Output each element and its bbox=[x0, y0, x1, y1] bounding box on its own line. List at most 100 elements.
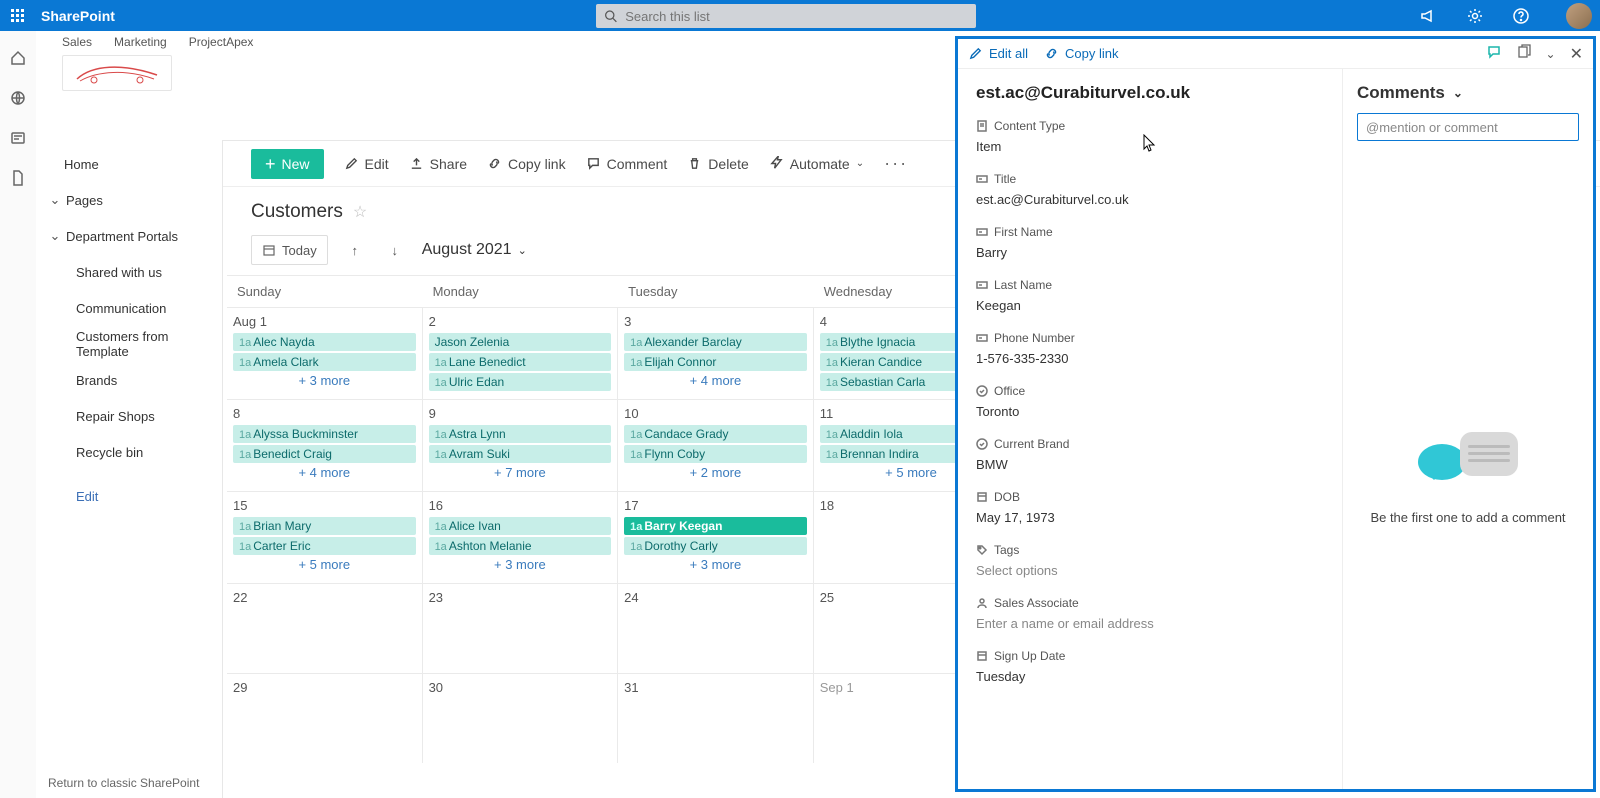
calendar-event[interactable]: 1aCandace Grady bbox=[624, 425, 807, 443]
nav-home[interactable]: Home bbox=[48, 146, 213, 182]
calendar-event[interactable]: 1aAstra Lynn bbox=[429, 425, 612, 443]
calendar-event[interactable]: 1aUlric Edan bbox=[429, 373, 612, 391]
calendar-event[interactable]: 1aAshton Melanie bbox=[429, 537, 612, 555]
new-button[interactable]: +New bbox=[251, 149, 324, 179]
calendar-event[interactable]: 1aFlynn Coby bbox=[624, 445, 807, 463]
calendar-event[interactable]: 1aAmela Clark bbox=[233, 353, 416, 371]
today-button[interactable]: Today bbox=[251, 235, 328, 265]
more-events[interactable]: + 4 more bbox=[233, 465, 416, 480]
next-month-button[interactable]: ↓ bbox=[382, 237, 408, 263]
calendar-cell[interactable]: 171aBarry Keegan1aDorothy Carly+ 3 more bbox=[618, 491, 814, 583]
globe-icon[interactable] bbox=[9, 89, 27, 107]
comments-heading[interactable]: Comments⌄ bbox=[1357, 83, 1579, 103]
chevron-down-icon[interactable]: ⌄ bbox=[1546, 47, 1556, 61]
settings-icon[interactable] bbox=[1466, 7, 1484, 25]
more-events[interactable]: + 3 more bbox=[233, 373, 416, 388]
form-field[interactable]: Titleest.ac@Curabiturvel.co.uk bbox=[976, 172, 1324, 207]
tab-projectapex[interactable]: ProjectApex bbox=[189, 35, 254, 49]
brand-label[interactable]: SharePoint bbox=[41, 8, 115, 24]
nav-communication[interactable]: Communication bbox=[48, 290, 213, 326]
nav-brands[interactable]: Brands bbox=[48, 362, 213, 398]
calendar-cell[interactable]: 30 bbox=[423, 673, 619, 763]
more-button[interactable]: ··· bbox=[884, 153, 908, 174]
form-field[interactable]: Content TypeItem bbox=[976, 119, 1324, 154]
calendar-cell[interactable]: Aug 11aAlec Nayda1aAmela Clark+ 3 more bbox=[227, 307, 423, 399]
calendar-event[interactable]: 1aBenedict Craig bbox=[233, 445, 416, 463]
form-field[interactable]: DOBMay 17, 1973 bbox=[976, 490, 1324, 525]
calendar-cell[interactable]: 23 bbox=[423, 583, 619, 673]
more-events[interactable]: + 3 more bbox=[429, 557, 612, 572]
calendar-cell[interactable]: 81aAlyssa Buckminster1aBenedict Craig+ 4… bbox=[227, 399, 423, 491]
edit-button[interactable]: Edit bbox=[344, 156, 389, 172]
nav-repair[interactable]: Repair Shops bbox=[48, 398, 213, 434]
calendar-cell[interactable]: 31aAlexander Barclay1aElijah Connor+ 4 m… bbox=[618, 307, 814, 399]
favorite-star-icon[interactable]: ☆ bbox=[353, 202, 367, 222]
calendar-event[interactable]: 1aCarter Eric bbox=[233, 537, 416, 555]
copylink-button[interactable]: Copy link bbox=[487, 156, 566, 172]
month-picker[interactable]: August 2021⌄ bbox=[422, 241, 527, 259]
comments-toggle-icon[interactable] bbox=[1486, 44, 1502, 63]
comment-button[interactable]: Comment bbox=[586, 156, 668, 172]
site-logo[interactable] bbox=[62, 55, 172, 91]
prev-month-button[interactable]: ↑ bbox=[342, 237, 368, 263]
calendar-event[interactable]: 1aAlexander Barclay bbox=[624, 333, 807, 351]
calendar-event[interactable]: 1aDorothy Carly bbox=[624, 537, 807, 555]
form-field[interactable]: Current BrandBMW bbox=[976, 437, 1324, 472]
copy-panel-icon[interactable] bbox=[1516, 44, 1532, 63]
calendar-event[interactable]: 1aBrian Mary bbox=[233, 517, 416, 535]
nav-edit[interactable]: Edit bbox=[48, 478, 213, 514]
nav-portals[interactable]: ⌄Department Portals bbox=[48, 218, 213, 254]
calendar-cell[interactable]: 31 bbox=[618, 673, 814, 763]
calendar-cell[interactable]: 161aAlice Ivan1aAshton Melanie+ 3 more bbox=[423, 491, 619, 583]
comment-input[interactable]: @mention or comment bbox=[1357, 113, 1579, 141]
panel-copylink-button[interactable]: Copy link bbox=[1044, 46, 1118, 61]
calendar-event[interactable]: 1aAlec Nayda bbox=[233, 333, 416, 351]
automate-button[interactable]: Automate⌄ bbox=[769, 156, 864, 172]
form-field[interactable]: TagsSelect options bbox=[976, 543, 1324, 578]
more-events[interactable]: + 5 more bbox=[233, 557, 416, 572]
user-avatar[interactable] bbox=[1566, 3, 1592, 29]
calendar-cell[interactable]: 2Jason Zelenia1aLane Benedict1aUlric Eda… bbox=[423, 307, 619, 399]
form-field[interactable]: Sales AssociateEnter a name or email add… bbox=[976, 596, 1324, 631]
calendar-event[interactable]: 1aAvram Suki bbox=[429, 445, 612, 463]
nav-shared[interactable]: Shared with us bbox=[48, 254, 213, 290]
calendar-event[interactable]: 1aLane Benedict bbox=[429, 353, 612, 371]
app-launcher[interactable] bbox=[0, 0, 35, 31]
calendar-cell[interactable]: 91aAstra Lynn1aAvram Suki+ 7 more bbox=[423, 399, 619, 491]
more-events[interactable]: + 3 more bbox=[624, 557, 807, 572]
calendar-event[interactable]: 1aAlice Ivan bbox=[429, 517, 612, 535]
calendar-event[interactable]: 1aAlyssa Buckminster bbox=[233, 425, 416, 443]
share-button[interactable]: Share bbox=[409, 156, 467, 172]
calendar-cell[interactable]: 22 bbox=[227, 583, 423, 673]
nav-recycle[interactable]: Recycle bin bbox=[48, 434, 213, 470]
nav-customers-template[interactable]: Customers from Template bbox=[48, 326, 213, 362]
form-field[interactable]: First NameBarry bbox=[976, 225, 1324, 260]
form-field[interactable]: Last NameKeegan bbox=[976, 278, 1324, 313]
delete-button[interactable]: Delete bbox=[687, 156, 748, 172]
item-form[interactable]: est.ac@Curabiturvel.co.uk Content TypeIt… bbox=[958, 69, 1342, 789]
search-box[interactable] bbox=[596, 4, 976, 28]
calendar-cell[interactable]: 101aCandace Grady1aFlynn Coby+ 2 more bbox=[618, 399, 814, 491]
edit-all-button[interactable]: Edit all bbox=[968, 46, 1028, 61]
tab-marketing[interactable]: Marketing bbox=[114, 35, 167, 49]
more-events[interactable]: + 4 more bbox=[624, 373, 807, 388]
more-events[interactable]: + 7 more bbox=[429, 465, 612, 480]
calendar-event[interactable]: 1aElijah Connor bbox=[624, 353, 807, 371]
calendar-event[interactable]: Jason Zelenia bbox=[429, 333, 612, 351]
tab-sales[interactable]: Sales bbox=[62, 35, 92, 49]
files-icon[interactable] bbox=[9, 169, 27, 187]
form-field[interactable]: Sign Up DateTuesday bbox=[976, 649, 1324, 684]
news-icon[interactable] bbox=[9, 129, 27, 147]
calendar-cell[interactable]: 151aBrian Mary1aCarter Eric+ 5 more bbox=[227, 491, 423, 583]
calendar-cell[interactable]: 29 bbox=[227, 673, 423, 763]
search-input[interactable] bbox=[625, 9, 968, 24]
megaphone-icon[interactable] bbox=[1420, 7, 1438, 25]
home-icon[interactable] bbox=[9, 49, 27, 67]
close-icon[interactable]: ✕ bbox=[1570, 44, 1583, 64]
more-events[interactable]: + 2 more bbox=[624, 465, 807, 480]
classic-link[interactable]: Return to classic SharePoint bbox=[48, 776, 199, 790]
form-field[interactable]: OfficeToronto bbox=[976, 384, 1324, 419]
form-field[interactable]: Phone Number1-576-335-2330 bbox=[976, 331, 1324, 366]
calendar-cell[interactable]: 24 bbox=[618, 583, 814, 673]
calendar-event[interactable]: 1aBarry Keegan bbox=[624, 517, 807, 535]
